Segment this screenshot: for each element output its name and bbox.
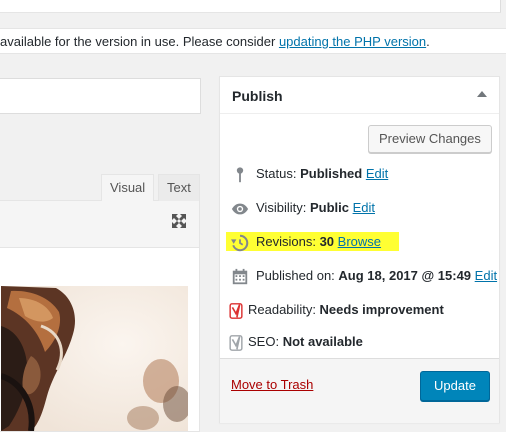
publish-title: Publish xyxy=(232,88,283,104)
collapse-arrow-icon[interactable] xyxy=(477,91,487,97)
calendar-icon xyxy=(232,268,248,284)
seo-label: SEO: xyxy=(248,334,283,349)
published-on-value: Aug 18, 2017 @ 15:49 xyxy=(338,268,472,283)
yoast-seo-icon xyxy=(229,334,243,351)
readability-label: Readability: xyxy=(248,302,320,317)
eye-icon xyxy=(231,203,249,214)
publish-box: Publish Preview Changes Status: Publishe… xyxy=(219,76,500,423)
move-to-trash-link[interactable]: Move to Trash xyxy=(231,377,313,392)
published-on-row: Published on: Aug 18, 2017 @ 15:49 Edit xyxy=(230,265,497,287)
publish-header[interactable]: Publish xyxy=(220,77,499,114)
pin-icon xyxy=(236,166,244,182)
status-row: Status: Published Edit xyxy=(230,163,388,185)
browse-revisions-link[interactable]: Browse xyxy=(338,234,381,249)
status-value: Published xyxy=(300,166,363,181)
fullscreen-icon[interactable] xyxy=(169,211,189,231)
post-featured-photo xyxy=(1,286,188,431)
revisions-row: Revisions: 30 Browse xyxy=(226,231,400,253)
revisions-label: Revisions: xyxy=(256,234,320,249)
status-label: Status: xyxy=(256,166,301,181)
edit-date-link[interactable]: Edit xyxy=(475,268,497,283)
update-button[interactable]: Update xyxy=(420,371,490,401)
notice-suffix: . xyxy=(426,34,430,49)
revisions-value: 30 xyxy=(319,234,335,249)
editor-toolbar xyxy=(0,201,199,248)
post-title-input[interactable] xyxy=(0,78,201,114)
tab-text[interactable]: Text xyxy=(158,174,200,201)
update-php-link[interactable]: updating the PHP version xyxy=(279,34,426,49)
php-version-notice: available for the version in use. Please… xyxy=(0,28,506,54)
notice-text: available for the version in use. Please… xyxy=(0,34,279,49)
preview-changes-button[interactable]: Preview Changes xyxy=(368,125,492,153)
edit-status-link[interactable]: Edit xyxy=(366,166,388,181)
seo-row: SEO: Not available xyxy=(228,331,363,353)
readability-value: Needs improvement xyxy=(319,302,444,317)
top-panel-edge xyxy=(0,0,501,13)
tab-visual[interactable]: Visual xyxy=(101,174,155,201)
revisions-highlight: Revisions: 30 Browse xyxy=(226,232,400,251)
visibility-value: Public xyxy=(309,200,349,215)
yoast-readability-icon xyxy=(229,302,243,319)
seo-value: Not available xyxy=(282,334,363,349)
visibility-label: Visibility: xyxy=(256,200,310,215)
publish-actions: Move to Trash Update xyxy=(220,358,499,423)
history-icon xyxy=(231,234,249,251)
post-editor: Visual Text xyxy=(0,174,200,432)
edit-visibility-link[interactable]: Edit xyxy=(353,200,375,215)
published-on-label: Published on: xyxy=(256,268,339,283)
readability-row: Readability: Needs improvement xyxy=(228,299,444,321)
visibility-row: Visibility: Public Edit xyxy=(230,197,375,219)
